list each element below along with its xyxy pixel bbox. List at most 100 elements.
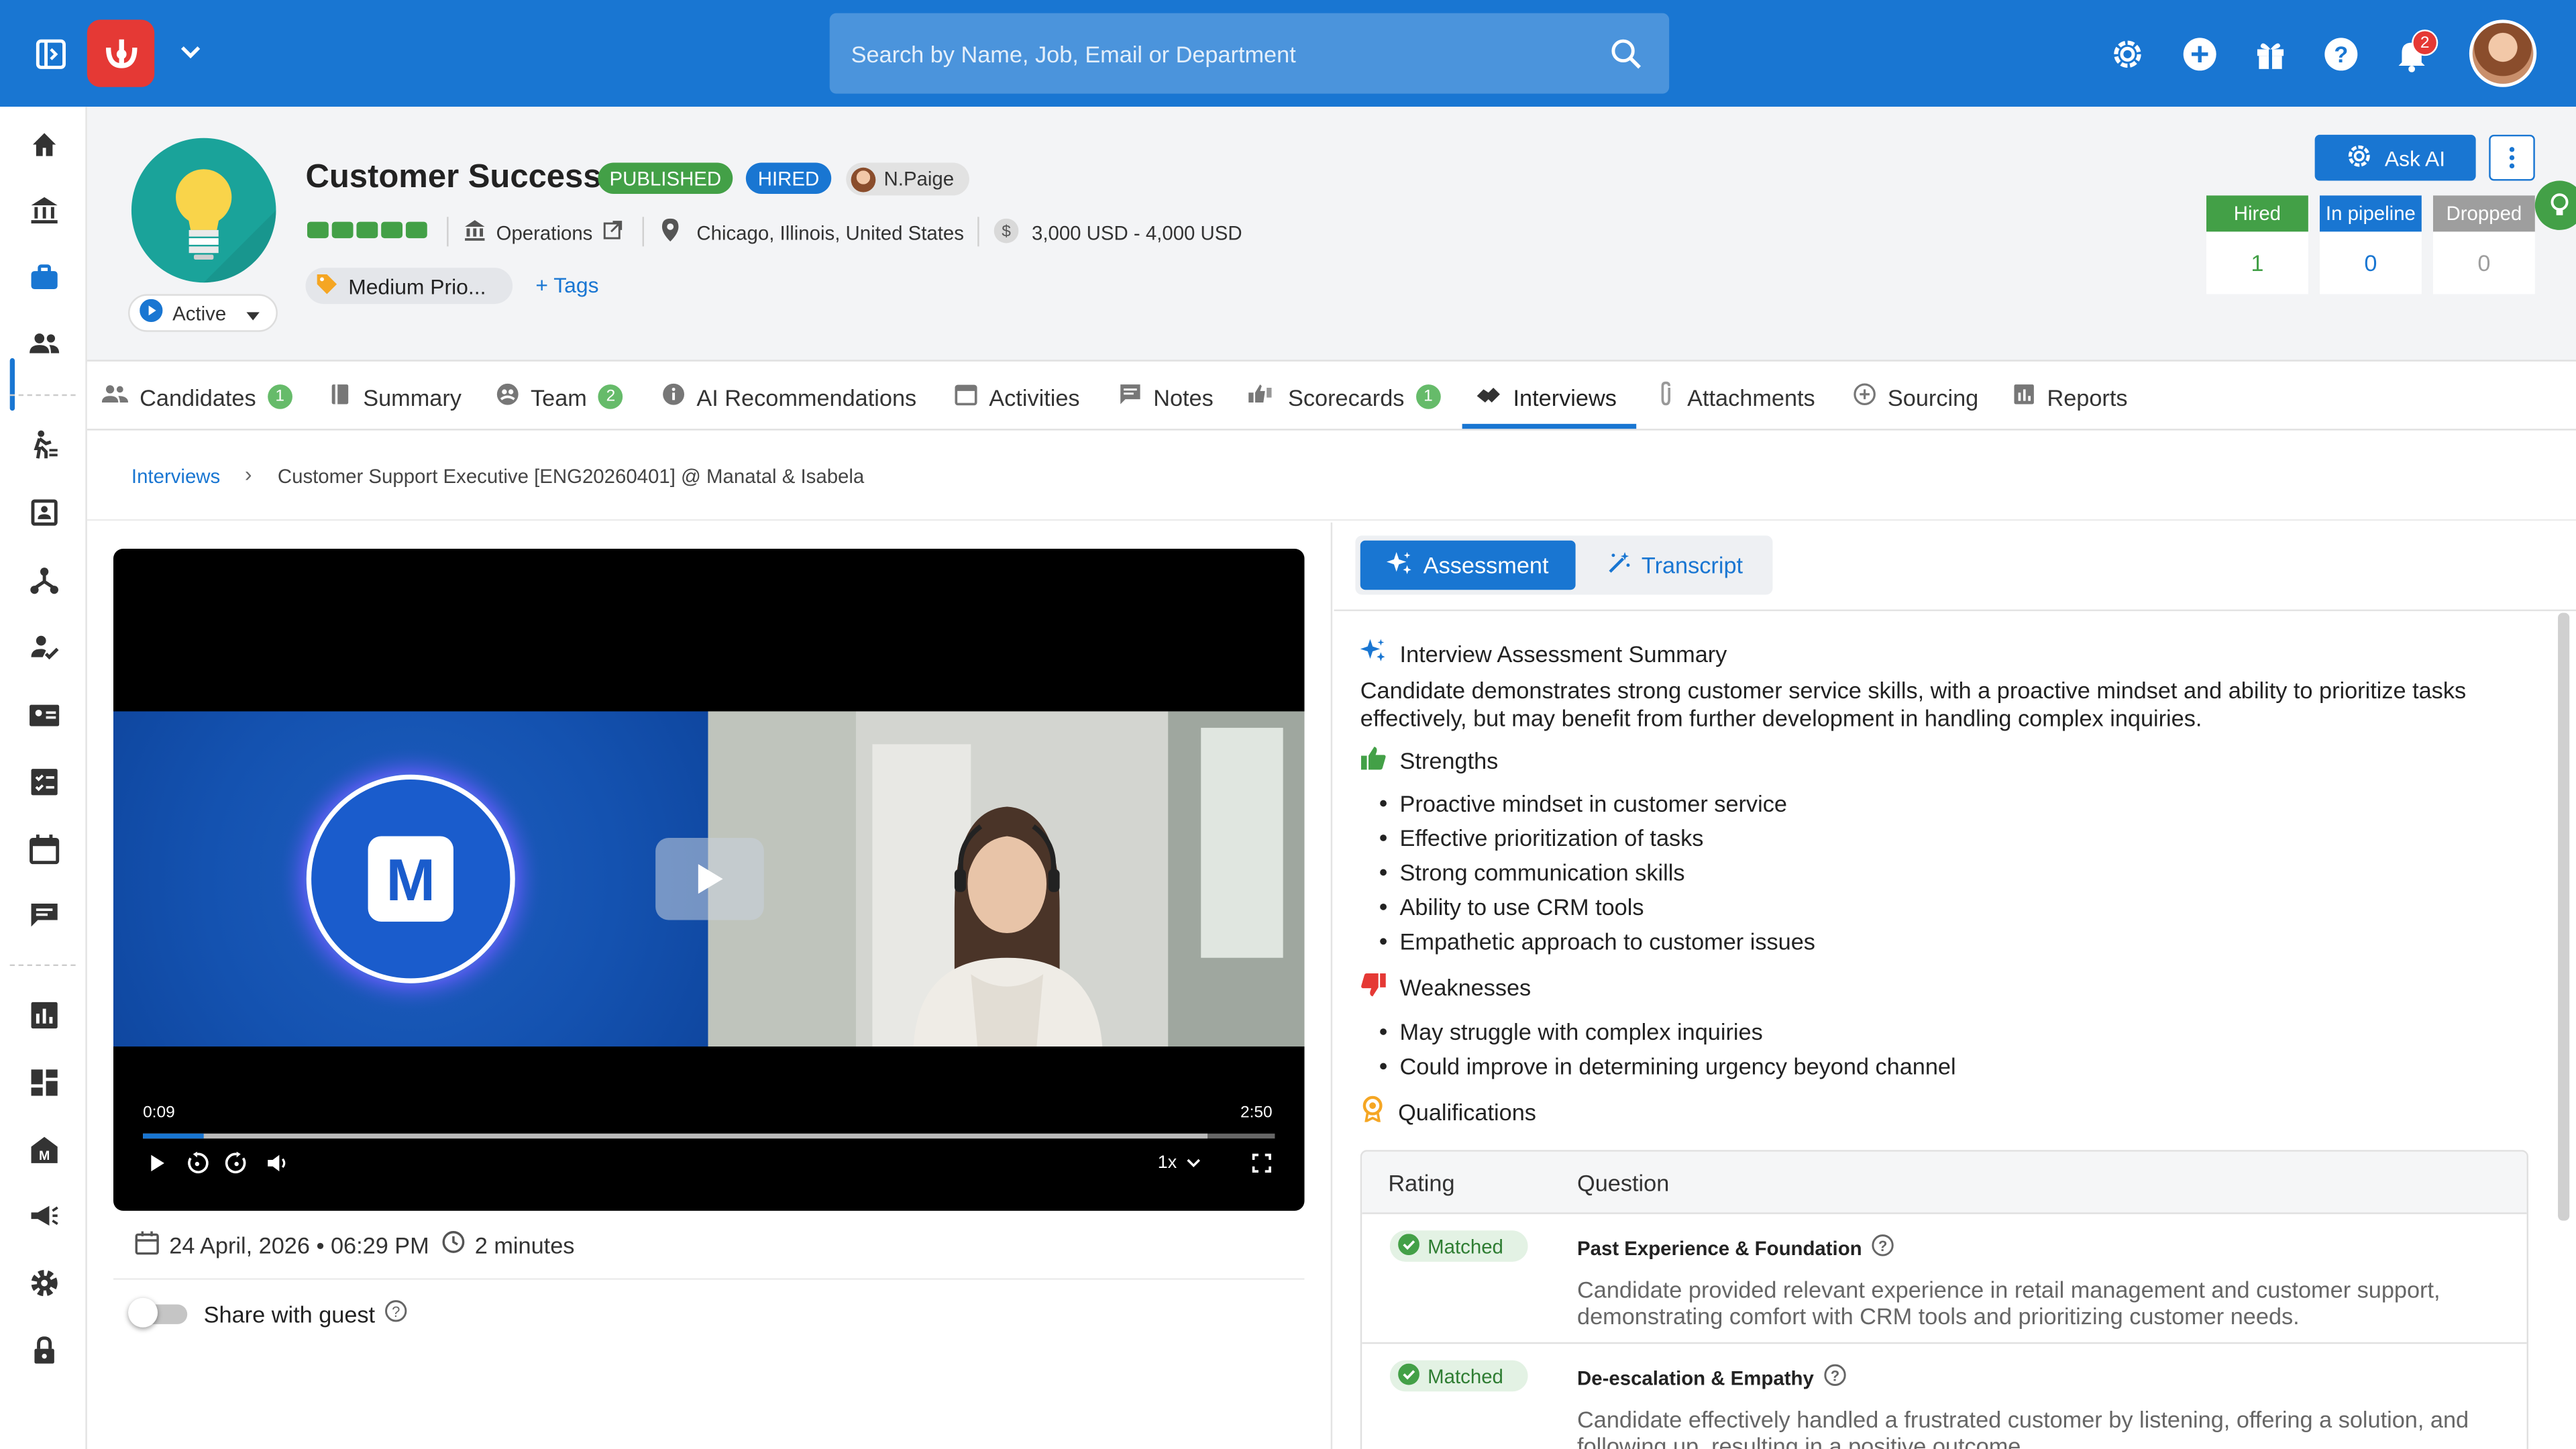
stat-hired[interactable]: Hired 1 bbox=[2206, 195, 2308, 294]
dashboard-icon[interactable] bbox=[23, 1061, 66, 1104]
sidebar-toggle-icon[interactable] bbox=[30, 33, 72, 76]
tab-transcript[interactable]: Transcript bbox=[1582, 541, 1768, 590]
question-title: De-escalation & Empathy ? bbox=[1577, 1364, 1847, 1392]
tab-candidates-badge: 1 bbox=[267, 384, 292, 409]
building-icon bbox=[464, 219, 486, 247]
tab-summary[interactable]: Summary bbox=[329, 363, 462, 430]
priority-chip[interactable]: Medium Prio... bbox=[305, 268, 513, 305]
playback-speed-select[interactable]: 1x bbox=[1152, 1150, 1208, 1176]
stat-pipeline-label: In pipeline bbox=[2319, 195, 2422, 232]
video-seek-bar[interactable] bbox=[143, 1133, 1275, 1139]
job-status-dropdown[interactable]: Active bbox=[128, 294, 278, 332]
tab-sourcing[interactable]: Sourcing bbox=[1853, 363, 1978, 430]
people-icon[interactable] bbox=[23, 322, 66, 365]
settings-icon[interactable] bbox=[23, 1262, 66, 1305]
gift-icon[interactable] bbox=[2249, 33, 2292, 76]
info-icon bbox=[662, 383, 685, 411]
strengths-title: Strengths bbox=[1399, 747, 1499, 774]
lock-icon[interactable] bbox=[23, 1329, 66, 1372]
add-icon[interactable] bbox=[2178, 33, 2221, 76]
list-item: Strong communication skills bbox=[1380, 855, 1815, 890]
svg-text:?: ? bbox=[1831, 1367, 1839, 1384]
tab-interviews[interactable]: Interviews bbox=[1475, 363, 1617, 430]
published-badge: PUBLISHED bbox=[598, 162, 733, 194]
bank-icon[interactable] bbox=[23, 189, 66, 232]
tab-attachments[interactable]: Attachments bbox=[1656, 363, 1815, 430]
tab-team[interactable]: Team 2 bbox=[496, 363, 623, 430]
pipeline-progress bbox=[307, 221, 427, 239]
stat-dropped-label: Dropped bbox=[2432, 195, 2535, 232]
briefcase-icon[interactable] bbox=[23, 256, 66, 299]
megaphone-icon[interactable] bbox=[23, 1194, 66, 1237]
bar-chart-icon[interactable] bbox=[23, 994, 66, 1037]
search-icon[interactable] bbox=[1609, 36, 1645, 72]
tab-notes-label: Notes bbox=[1153, 383, 1214, 411]
person-check-icon[interactable] bbox=[23, 626, 66, 669]
tab-notes[interactable]: Notes bbox=[1119, 363, 1214, 430]
tab-activities[interactable]: Activities bbox=[955, 363, 1080, 430]
share-with-guest-label: Share with guest bbox=[203, 1300, 376, 1327]
tab-candidates[interactable]: Candidates 1 bbox=[101, 363, 292, 430]
network-icon[interactable] bbox=[23, 559, 66, 602]
play-circle-icon bbox=[140, 299, 163, 327]
stat-in-pipeline[interactable]: In pipeline 0 bbox=[2319, 195, 2422, 294]
tab-assessment[interactable]: Assessment bbox=[1360, 540, 1576, 590]
search-input[interactable] bbox=[829, 13, 1586, 94]
id-card-icon[interactable] bbox=[23, 693, 66, 736]
search-box bbox=[829, 13, 1670, 94]
user-avatar[interactable] bbox=[2469, 19, 2537, 87]
left-nav: M bbox=[0, 107, 87, 1449]
tab-reports[interactable]: Reports bbox=[2012, 363, 2128, 430]
tab-scorecards[interactable]: Scorecards 1 bbox=[1247, 363, 1441, 430]
book-icon bbox=[329, 383, 352, 411]
forward-10-icon[interactable] bbox=[223, 1150, 250, 1176]
salary-label: 3,000 USD - 4,000 USD bbox=[1031, 221, 1242, 245]
calendar-icon[interactable] bbox=[23, 828, 66, 871]
contact-card-icon[interactable] bbox=[23, 491, 66, 534]
breadcrumb-current: Customer Support Executive [ENG20260401]… bbox=[277, 465, 865, 488]
stat-dropped[interactable]: Dropped 0 bbox=[2432, 195, 2535, 294]
home-icon[interactable] bbox=[23, 123, 66, 166]
company-icon[interactable]: M bbox=[23, 1128, 66, 1171]
job-header bbox=[87, 107, 2576, 362]
walk-icon[interactable] bbox=[23, 424, 66, 467]
app-logo[interactable] bbox=[87, 19, 155, 87]
tab-ai-recommendations[interactable]: AI Recommendations bbox=[662, 363, 916, 430]
owner-chip[interactable]: N.Paige bbox=[846, 162, 969, 196]
ai-gear-icon[interactable] bbox=[2106, 33, 2149, 76]
video-player[interactable]: M 0:09 2:50 1x bbox=[113, 548, 1305, 1211]
help-icon[interactable]: ? bbox=[2320, 33, 2363, 76]
chevron-down-icon[interactable] bbox=[174, 36, 207, 69]
share-with-guest: Share with guest ? bbox=[204, 1299, 408, 1328]
assessment-scrollbar[interactable] bbox=[2558, 612, 2570, 1221]
add-tags-link[interactable]: + Tags bbox=[535, 273, 598, 298]
stat-pipeline-value: 0 bbox=[2364, 250, 2377, 276]
more-options-button[interactable] bbox=[2489, 134, 2535, 181]
summary-title: Interview Assessment Summary bbox=[1399, 639, 1727, 667]
ask-ai-button[interactable]: Ask AI bbox=[2314, 134, 2476, 181]
list-item: Could improve in determining urgency bey… bbox=[1380, 1049, 1956, 1083]
checklist-icon[interactable] bbox=[23, 761, 66, 804]
job-avatar-bulb bbox=[131, 138, 276, 283]
help-circle-icon[interactable]: ? bbox=[385, 1299, 408, 1328]
play-icon[interactable] bbox=[146, 1150, 169, 1176]
breadcrumb-interviews-link[interactable]: Interviews bbox=[131, 465, 220, 488]
svg-text:?: ? bbox=[2334, 42, 2348, 68]
calendar-icon bbox=[135, 1230, 160, 1260]
location-meta: Chicago, Illinois, United States bbox=[660, 218, 964, 247]
help-circle-icon[interactable]: ? bbox=[1824, 1364, 1847, 1392]
play-overlay-button[interactable] bbox=[655, 837, 764, 920]
chat-icon[interactable] bbox=[23, 894, 66, 936]
help-circle-icon[interactable]: ? bbox=[1872, 1234, 1894, 1262]
nav-active-indicator bbox=[9, 358, 15, 411]
summary-heading: Interview Assessment Summary bbox=[1360, 637, 1727, 669]
rewind-10-icon[interactable] bbox=[184, 1150, 210, 1176]
check-circle-icon bbox=[1398, 1232, 1419, 1259]
volume-icon[interactable] bbox=[264, 1150, 290, 1176]
matched-badge: Matched bbox=[1389, 1360, 1528, 1392]
share-with-guest-toggle[interactable] bbox=[125, 1297, 188, 1328]
question-answer: Candidate effectively handled a frustrat… bbox=[1577, 1406, 2469, 1449]
external-link-icon[interactable] bbox=[602, 220, 622, 245]
fullscreen-icon[interactable] bbox=[1248, 1150, 1275, 1176]
department-meta[interactable]: Operations bbox=[464, 219, 623, 247]
